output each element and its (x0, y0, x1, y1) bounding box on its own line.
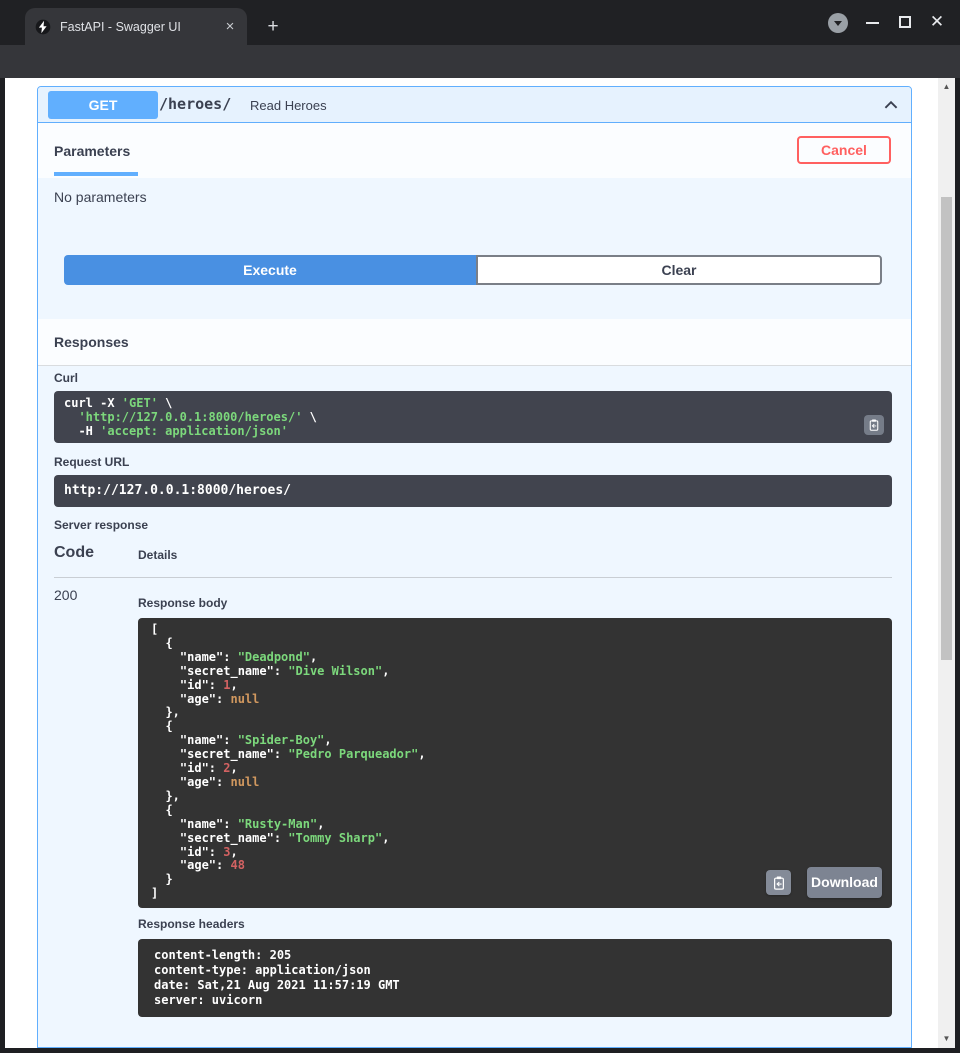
page-scrollbar[interactable]: ▲ ▼ (938, 78, 955, 1048)
new-tab-button[interactable]: + (262, 16, 284, 38)
opblock-summary[interactable]: GET /heroes/ Read Heroes (38, 87, 911, 123)
response-body-label: Response body (138, 596, 227, 610)
request-url-label: Request URL (54, 455, 129, 469)
page-content: GET /heroes/ Read Heroes Parameters Canc… (5, 78, 938, 1048)
execute-button[interactable]: Execute (64, 255, 476, 285)
curl-command-block: curl -X 'GET' \ 'http://127.0.0.1:8000/h… (54, 391, 892, 443)
parameters-header: Parameters Cancel (38, 123, 911, 178)
tab-parameters[interactable]: Parameters (54, 143, 130, 159)
minimize-button[interactable] (866, 22, 879, 24)
responses-header: Responses (38, 319, 911, 366)
endpoint-summary: Read Heroes (250, 98, 327, 113)
responses-body: Curl curl -X 'GET' \ 'http://127.0.0.1:8… (38, 366, 911, 1048)
window-close-button[interactable]: ✕ (928, 13, 946, 31)
fastapi-favicon-icon (35, 19, 51, 35)
method-badge: GET (48, 91, 158, 119)
tab-close-icon[interactable]: × (221, 18, 239, 36)
opblock-get-heroes: GET /heroes/ Read Heroes Parameters Canc… (37, 86, 912, 1048)
scrollbar-thumb[interactable] (941, 197, 952, 660)
request-url-block: http://127.0.0.1:8000/heroes/ (54, 475, 892, 507)
no-parameters-message: No parameters (54, 189, 147, 205)
code-column-header: Code (54, 544, 94, 562)
chevron-down-icon (834, 21, 842, 26)
browser-window: FastAPI - Swagger UI × + ✕ i 127.0.0.1:8… (0, 0, 960, 1053)
browser-tab[interactable]: FastAPI - Swagger UI × (25, 8, 247, 45)
scroll-up-icon[interactable]: ▲ (938, 80, 955, 94)
clear-button[interactable]: Clear (476, 255, 882, 285)
request-url-value: http://127.0.0.1:8000/heroes/ (64, 483, 882, 499)
tab-title: FastAPI - Swagger UI (60, 20, 221, 34)
server-response-label: Server response (54, 518, 148, 532)
tab-strip: FastAPI - Swagger UI × + ✕ (0, 0, 960, 45)
scroll-down-icon[interactable]: ▼ (938, 1032, 955, 1046)
copy-curl-button[interactable] (864, 415, 884, 435)
table-divider (54, 577, 892, 578)
response-headers-label: Response headers (138, 917, 245, 931)
response-body-block: [ { "name": "Deadpond", "secret_name": "… (138, 618, 892, 908)
status-code: 200 (54, 587, 77, 603)
endpoint-path: /heroes/ (159, 95, 231, 113)
tab-search-icon[interactable] (828, 13, 848, 33)
response-headers-block: content-length: 205content-type: applica… (138, 939, 892, 1017)
browser-toolbar: i 127.0.0.1:8000/docs#/default/read_hero… (0, 45, 960, 78)
responses-title: Responses (54, 334, 129, 350)
parameters-tab-underline (54, 172, 138, 176)
maximize-button[interactable] (899, 16, 911, 28)
details-column-header: Details (138, 548, 177, 562)
curl-label: Curl (54, 371, 78, 385)
collapse-chevron-icon[interactable] (883, 97, 899, 113)
download-button[interactable]: Download (807, 867, 882, 898)
copy-response-button[interactable] (766, 870, 791, 895)
parameters-body: No parameters Execute Clear (38, 178, 911, 319)
cancel-button[interactable]: Cancel (797, 136, 891, 164)
